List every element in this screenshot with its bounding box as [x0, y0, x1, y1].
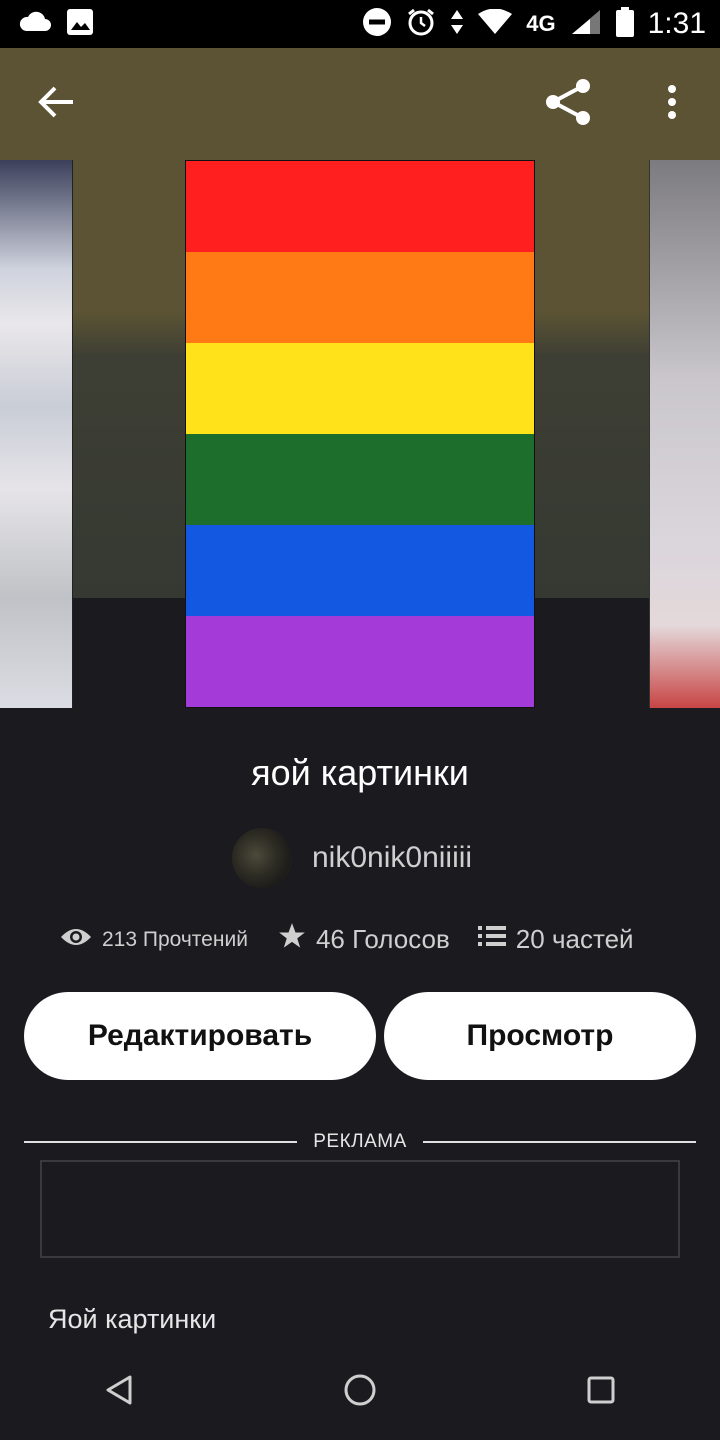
author-name[interactable]: nik0nik0niiiii — [312, 841, 472, 875]
cover-stripe — [186, 161, 534, 252]
cover-stripe — [186, 616, 534, 707]
system-nav-bar — [0, 1344, 720, 1440]
battery-icon — [615, 6, 634, 42]
alarm-icon — [406, 7, 436, 42]
data-arrows-icon — [450, 8, 464, 41]
cover-stripe — [186, 343, 534, 434]
nav-recents-icon[interactable] — [586, 1375, 616, 1410]
parts-stat: 20 частей — [477, 924, 634, 955]
star-icon — [278, 922, 306, 957]
divider — [24, 1141, 298, 1143]
ad-header: РЕКЛАМА — [24, 1128, 696, 1156]
ad-label: РЕКЛАМА — [313, 1131, 407, 1152]
cover-stripe — [186, 252, 534, 343]
nav-back-icon[interactable] — [104, 1374, 134, 1411]
cover-stripe — [186, 434, 534, 525]
more-vertical-icon — [666, 84, 678, 125]
signal-icon — [570, 8, 602, 41]
next-cover[interactable] — [649, 160, 720, 708]
story-title: яой картинки — [251, 752, 469, 793]
more-options-button[interactable] — [642, 78, 702, 130]
votes-stat: 46 Голосов — [278, 922, 450, 957]
eye-icon — [60, 926, 92, 954]
story-description: Яой картинки — [48, 1304, 217, 1334]
parts-count: 20 частей — [515, 924, 634, 954]
share-button[interactable] — [538, 78, 598, 130]
votes-count: 46 Голосов — [315, 924, 450, 954]
network-type: 4G — [526, 11, 556, 36]
reads-count: 213 Прочтений — [102, 927, 248, 951]
author-row[interactable]: nik0nik0niiiii — [232, 828, 472, 888]
clock: 1:31 — [647, 7, 706, 40]
story-stats: 213 Прочтений 46 Голосов 20 частей — [60, 922, 634, 957]
list-icon — [477, 924, 506, 955]
nav-home-icon[interactable] — [343, 1373, 377, 1412]
ad-banner[interactable] — [40, 1160, 680, 1258]
previous-cover[interactable] — [0, 160, 73, 708]
dnd-icon — [362, 7, 392, 42]
share-icon — [543, 78, 593, 131]
back-button[interactable] — [26, 78, 86, 130]
edit-button[interactable]: Редактировать — [24, 992, 376, 1080]
arrow-left-icon — [37, 85, 75, 124]
image-icon — [66, 8, 94, 41]
cover-stripe — [186, 525, 534, 616]
reads-stat: 213 Прочтений — [60, 926, 248, 954]
wifi-icon — [478, 8, 513, 40]
cloud-icon — [18, 11, 52, 38]
divider — [422, 1141, 696, 1143]
view-button[interactable]: Просмотр — [384, 992, 696, 1080]
status-bar: 4G 1:31 — [0, 0, 720, 48]
avatar[interactable] — [232, 828, 292, 888]
story-cover[interactable] — [185, 160, 535, 708]
